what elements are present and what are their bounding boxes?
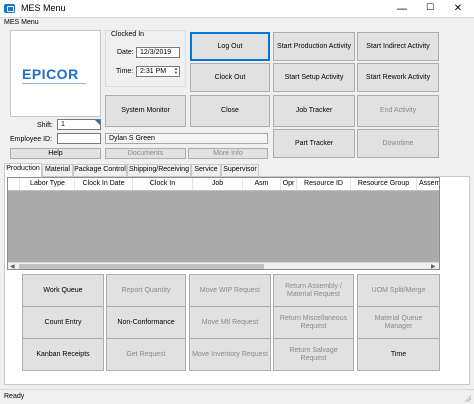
menu-strip: MES Menu xyxy=(0,18,474,28)
non-conformance-button[interactable]: Non-Conformance xyxy=(106,306,186,339)
row-header-corner xyxy=(8,178,20,190)
maximize-icon[interactable]: ☐ xyxy=(416,0,444,18)
menu-item-mes-menu[interactable]: MES Menu xyxy=(4,19,39,26)
column-header[interactable]: Asm xyxy=(243,178,281,190)
status-bar: Ready xyxy=(0,389,474,404)
date-field[interactable]: 12/3/2019 xyxy=(136,47,180,58)
log-out-button[interactable]: Log Out xyxy=(190,32,270,61)
close-button[interactable]: Close xyxy=(190,95,270,127)
downtime-button: Downtime xyxy=(357,129,439,158)
minimize-icon[interactable]: — xyxy=(388,0,416,18)
scroll-thumb[interactable] xyxy=(19,264,264,269)
tab-service[interactable]: Service xyxy=(191,164,221,176)
clocked-in-group xyxy=(105,30,186,87)
work-queue-button[interactable]: Work Queue xyxy=(22,274,104,307)
start-setup-activity-button[interactable]: Start Setup Activity xyxy=(273,63,355,92)
clock-out-button[interactable]: Clock Out xyxy=(190,63,270,92)
shift-label: Shift: xyxy=(37,122,53,129)
move-mtl-request-button: Move Mtl Request xyxy=(189,306,271,339)
clocked-in-title: Clocked In xyxy=(110,31,146,38)
move-inventory-request-button: Move Inventory Request xyxy=(189,338,271,371)
grid-header: Labor Type Clock In Date Clock In Job As… xyxy=(8,178,439,191)
return-salvage-request-button: Return Salvage Request xyxy=(273,338,354,371)
tab-material[interactable]: Material xyxy=(42,164,73,176)
column-header[interactable]: Opr xyxy=(281,178,297,190)
close-icon[interactable]: ✕ xyxy=(444,0,472,18)
column-header[interactable]: Job xyxy=(193,178,243,190)
system-monitor-button[interactable]: System Monitor xyxy=(105,95,186,127)
window-title: MES Menu xyxy=(21,3,66,13)
column-header[interactable]: Assem xyxy=(417,178,439,190)
tab-supervisor[interactable]: Supervisor xyxy=(221,164,259,176)
app-icon xyxy=(4,4,15,13)
employee-id-field[interactable] xyxy=(57,133,101,144)
return-assembly-material-request-button: Return Assembly / Material Request xyxy=(273,274,354,307)
kanban-receipts-button[interactable]: Kanban Receipts xyxy=(22,338,104,371)
title-bar: MES Menu — ☐ ✕ xyxy=(0,0,474,18)
time-spinner-icon[interactable]: ▲ ▼ xyxy=(173,67,179,76)
resize-grip-icon[interactable] xyxy=(464,395,471,402)
uom-split-merge-button: UOM Split/Merge xyxy=(357,274,440,307)
start-production-activity-button[interactable]: Start Production Activity xyxy=(273,32,355,61)
logo-underline xyxy=(22,83,86,84)
tab-shipping-receiving[interactable]: Shipping/Receiving xyxy=(127,164,191,176)
documents-button: Documents xyxy=(105,148,186,159)
column-header[interactable]: Resource ID xyxy=(297,178,351,190)
time-button[interactable]: Time xyxy=(357,338,440,371)
time-label: Time: xyxy=(116,68,134,75)
tab-production[interactable]: Production xyxy=(4,163,42,177)
column-header[interactable]: Clock In xyxy=(133,178,193,190)
status-text: Ready xyxy=(4,393,25,400)
start-indirect-activity-button[interactable]: Start Indirect Activity xyxy=(357,32,439,61)
scroll-left-arrow-icon[interactable]: ◀ xyxy=(10,263,15,269)
date-label: Date: xyxy=(117,49,134,56)
scroll-right-arrow-icon[interactable]: ▶ xyxy=(431,263,436,269)
end-activity-button: End Activity xyxy=(357,95,439,127)
part-tracker-button[interactable]: Part Tracker xyxy=(273,129,355,158)
labor-grid[interactable]: Labor Type Clock In Date Clock In Job As… xyxy=(7,177,440,270)
material-queue-manager-button: Material Queue Manager xyxy=(357,306,440,339)
column-header[interactable]: Resource Group xyxy=(351,178,417,190)
start-rework-activity-button[interactable]: Start Rework Activity xyxy=(357,63,439,92)
employee-name-field: Dylan S Green xyxy=(105,133,268,144)
epicor-logo: EPICOR xyxy=(22,66,79,82)
horizontal-scrollbar[interactable]: ◀ ▶ xyxy=(8,262,439,269)
column-header[interactable]: Labor Type xyxy=(21,178,75,190)
help-button[interactable]: Help xyxy=(10,148,101,159)
employee-id-label: Employee ID: xyxy=(10,136,53,143)
return-miscellaneous-request-button: Return Miscellaneous Request xyxy=(273,306,354,339)
count-entry-button[interactable]: Count Entry xyxy=(22,306,104,339)
shift-indicator-icon xyxy=(95,120,100,125)
move-wip-request-button: Move WIP Request xyxy=(189,274,271,307)
more-info-button: More Info xyxy=(188,148,268,159)
tab-package-control[interactable]: Package Control xyxy=(73,164,127,176)
report-quantity-button: Report Quantity xyxy=(106,274,186,307)
job-tracker-button[interactable]: Job Tracker xyxy=(273,95,355,127)
get-request-button: Get Request xyxy=(106,338,186,371)
column-header[interactable]: Clock In Date xyxy=(75,178,133,190)
